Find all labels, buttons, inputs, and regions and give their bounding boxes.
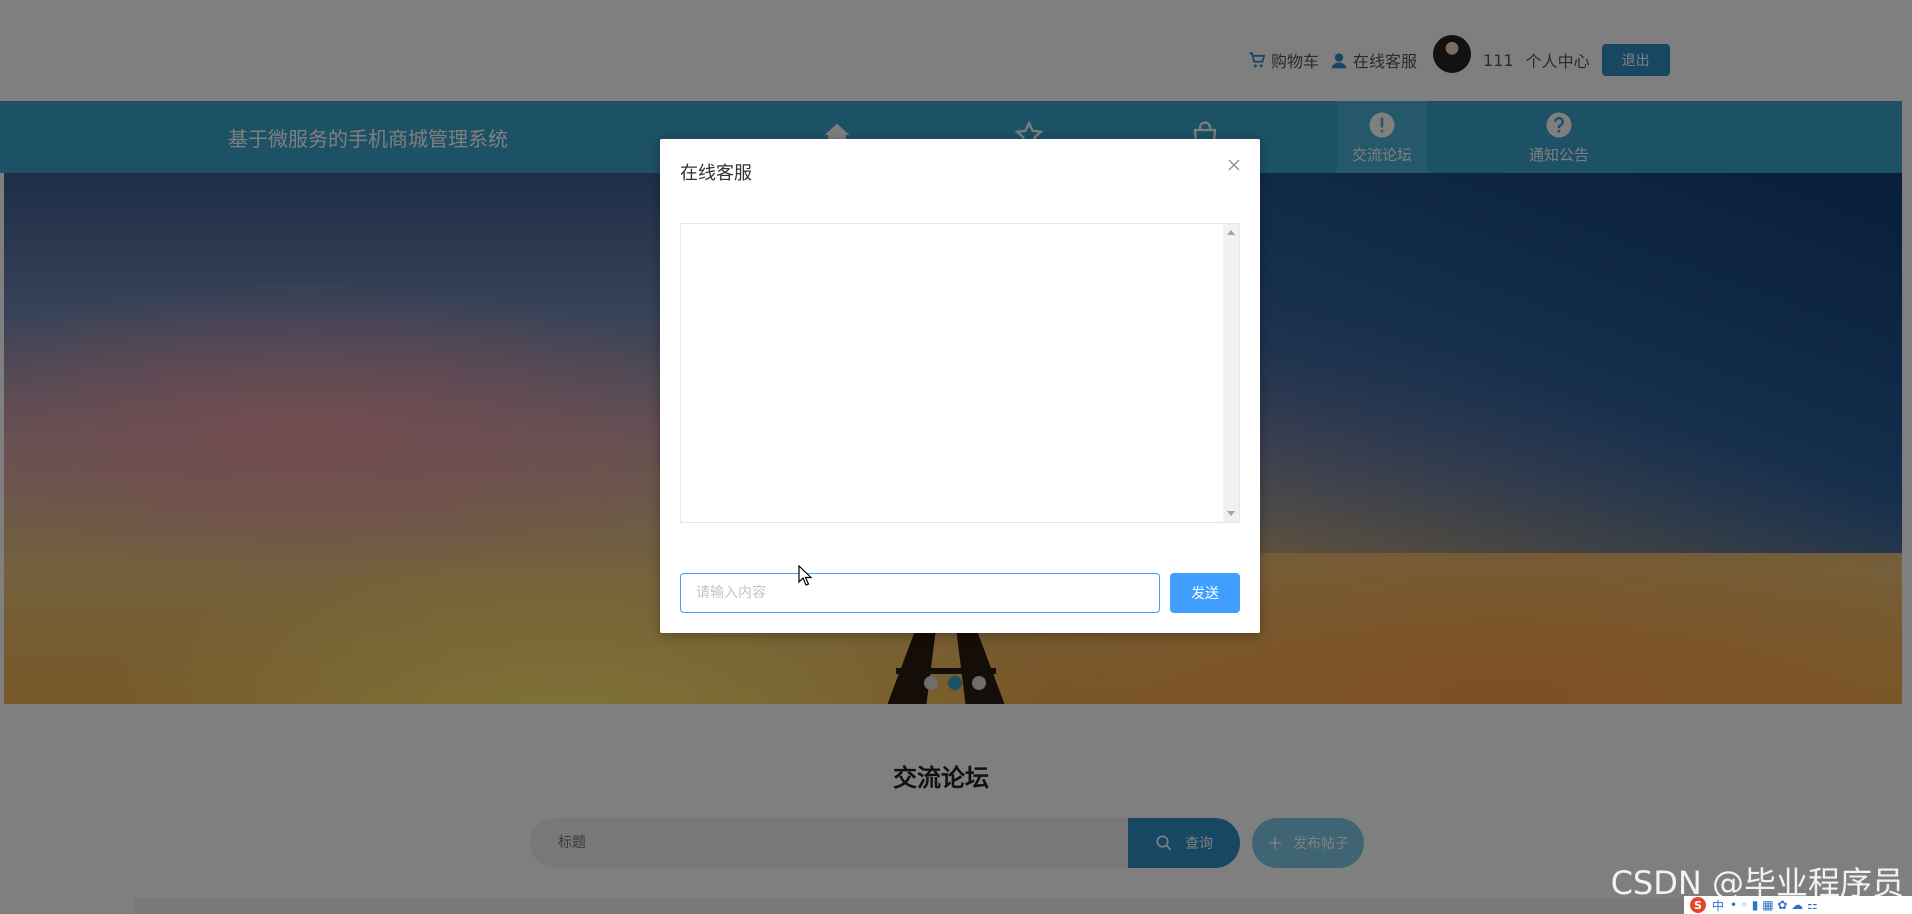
send-button[interactable]: 发送 <box>1170 573 1240 613</box>
scroll-down-arrow-icon[interactable] <box>1227 511 1235 516</box>
chat-scrollbar[interactable] <box>1223 224 1239 522</box>
chat-message-area[interactable] <box>680 223 1240 523</box>
dialog-title: 在线客服 <box>680 163 752 184</box>
close-icon[interactable] <box>1226 157 1242 173</box>
scroll-up-arrow-icon[interactable] <box>1227 230 1235 235</box>
online-service-dialog: 在线客服 发送 <box>660 139 1260 633</box>
message-input[interactable] <box>680 573 1160 613</box>
system-tray: S 中 • ◦ ▮ ▦ ✿ ☁ ⚏ <box>1684 896 1912 914</box>
tray-icons: • ◦ ▮ ▦ ✿ ☁ ⚏ <box>1730 898 1818 912</box>
mouse-cursor-icon <box>798 565 813 586</box>
ime-logo-icon[interactable]: S <box>1690 897 1706 913</box>
ime-mode[interactable]: 中 <box>1712 897 1724 914</box>
